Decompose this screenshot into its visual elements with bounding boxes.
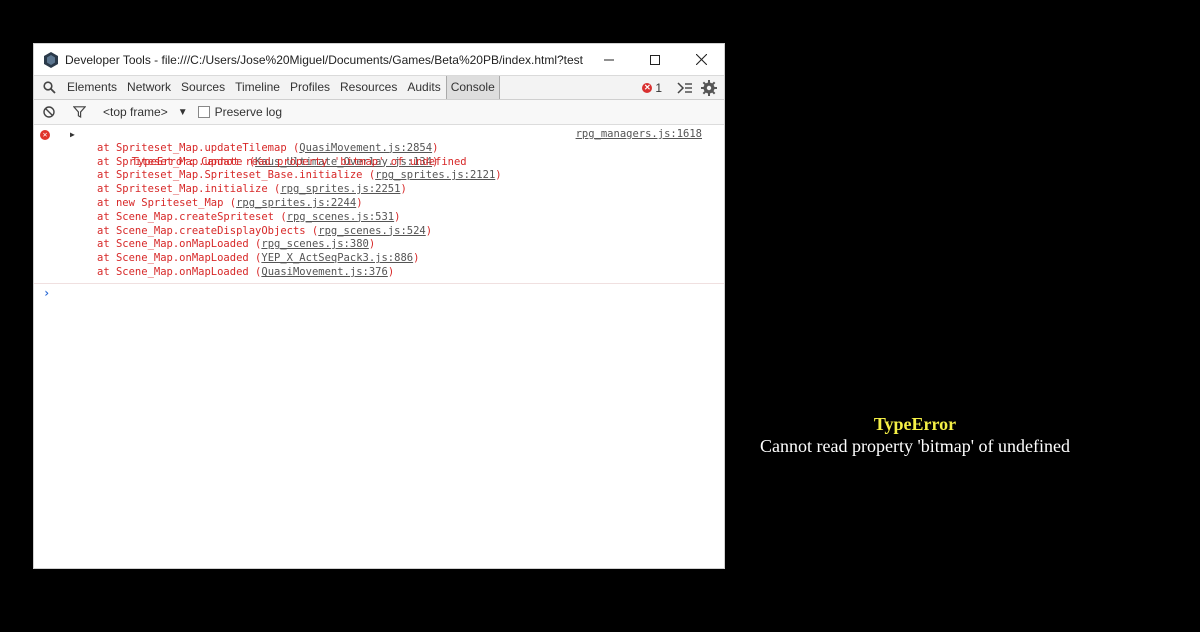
console-error-message: ✕ ▶ TypeError: Cannot read property 'bit… xyxy=(34,125,724,284)
stack-frame-end: ) xyxy=(432,141,439,154)
stack-frame-text: at Scene_Map.onMapLoaded ( xyxy=(97,265,262,278)
stack-frame-link[interactable]: rpg_scenes.js:531 xyxy=(287,211,394,223)
error-source-link[interactable]: rpg_managers.js:1618 xyxy=(576,128,702,142)
stack-frame-end: ) xyxy=(394,210,401,223)
gear-icon xyxy=(701,79,717,96)
stack-frame-text: at Scene_Map.createDisplayObjects ( xyxy=(97,224,319,237)
stack-frame-end: ) xyxy=(356,196,363,209)
devtools-icon xyxy=(43,51,59,68)
error-message-text[interactable]: TypeError: Cannot read property 'bitmap'… xyxy=(132,156,467,168)
stack-frame-text: at Spriteset_Map.updateTilemap ( xyxy=(97,141,300,154)
expand-triangle-icon[interactable]: ▶ xyxy=(70,128,75,142)
filter-button[interactable] xyxy=(71,104,87,120)
stack-frame-text: at Spriteset_Map.initialize ( xyxy=(97,183,281,196)
maximize-button[interactable] xyxy=(632,44,678,75)
stack-frame-link[interactable]: rpg_sprites.js:2244 xyxy=(236,197,356,209)
stack-frame-text: at new Spriteset_Map ( xyxy=(97,196,237,209)
tab-timeline[interactable]: Timeline xyxy=(230,76,285,99)
devtools-window: Developer Tools - file:///C:/Users/Jose%… xyxy=(33,43,725,569)
stack-frame: at Spriteset_Map.initialize (rpg_sprites… xyxy=(34,183,724,197)
stack-frame: at Scene_Map.onMapLoaded (rpg_scenes.js:… xyxy=(34,238,724,252)
minimize-icon xyxy=(604,59,614,60)
stack-frame-end: ) xyxy=(368,238,376,251)
maximize-icon xyxy=(650,54,660,65)
clear-console-icon xyxy=(43,106,55,118)
frame-selector[interactable]: <top frame> xyxy=(103,105,168,119)
stack-frame-end: ) xyxy=(387,265,395,278)
settings-button[interactable] xyxy=(700,79,718,97)
console-prompt[interactable]: › xyxy=(34,284,724,302)
tab-network[interactable]: Network xyxy=(122,76,176,99)
error-counter[interactable]: ✕ 1 xyxy=(642,81,662,95)
stack-frame-link[interactable]: rpg_sprites.js:2121 xyxy=(375,169,495,181)
clear-console-button[interactable] xyxy=(41,104,57,120)
stack-frame-end: ) xyxy=(413,252,420,265)
stack-frame: at Scene_Map.createDisplayObjects (rpg_s… xyxy=(34,225,724,239)
console-output: ✕ ▶ TypeError: Cannot read property 'bit… xyxy=(34,125,724,302)
stack-frame-end: ) xyxy=(400,183,407,196)
stack-frame-end: ) xyxy=(425,224,433,237)
preserve-log-label: Preserve log xyxy=(214,105,282,119)
stack-frame-link[interactable]: QuasiMovement.js:2854 xyxy=(299,142,432,154)
console-filter-bar: <top frame> ▼ Preserve log xyxy=(34,100,724,125)
stack-frame-link[interactable]: rpg_scenes.js:380 xyxy=(261,238,368,250)
overlay-error-title: TypeError xyxy=(873,414,957,434)
error-count: 1 xyxy=(655,80,662,95)
stack-frame-text: at Scene_Map.onMapLoaded ( xyxy=(97,238,262,251)
stack-frame: at Scene_Map.createSpriteset (rpg_scenes… xyxy=(34,211,724,225)
overlay-error-message: Cannot read property 'bitmap' of undefin… xyxy=(760,436,1070,456)
stack-frame: at new Spriteset_Map (rpg_sprites.js:224… xyxy=(34,197,724,211)
prompt-chevron-icon: › xyxy=(43,285,51,300)
window-title: Developer Tools - file:///C:/Users/Jose%… xyxy=(65,52,584,67)
preserve-log-checkbox[interactable] xyxy=(197,106,210,118)
filter-icon xyxy=(72,106,86,118)
stack-frame-text: at Scene_Map.onMapLoaded ( xyxy=(97,252,262,265)
title-bar: Developer Tools - file:///C:/Users/Jose%… xyxy=(34,44,724,75)
close-button[interactable] xyxy=(678,44,724,75)
stack-frame-text: at Spriteset_Map.Spriteset_Base.initiali… xyxy=(97,169,376,182)
stack-frame-end: ) xyxy=(495,169,502,182)
panel-tab-bar: Elements Network Sources Timeline Profil… xyxy=(34,75,724,100)
stack-frame-link[interactable]: YEP_X_ActSeqPack3.js:886 xyxy=(261,252,413,264)
dropdown-arrow-icon[interactable]: ▼ xyxy=(178,107,188,118)
tab-elements[interactable]: Elements xyxy=(62,76,122,99)
stack-frame: at Spriteset_Map.Spriteset_Base.initiali… xyxy=(34,169,724,183)
drawer-icon xyxy=(677,81,692,94)
tab-profiles[interactable]: Profiles xyxy=(285,76,335,99)
stack-frame-link[interactable]: rpg_scenes.js:524 xyxy=(318,225,425,237)
tab-console[interactable]: Console xyxy=(445,76,500,99)
tab-sources[interactable]: Sources xyxy=(176,76,230,99)
search-icon[interactable] xyxy=(41,80,57,96)
stack-frame: at Scene_Map.onMapLoaded (QuasiMovement.… xyxy=(34,266,724,280)
stack-frame-text: at Scene_Map.createSpriteset ( xyxy=(97,210,287,223)
tab-resources[interactable]: Resources xyxy=(335,76,402,99)
stack-frame-link[interactable]: rpg_sprites.js:2251 xyxy=(280,183,400,195)
stack-frame: at Spriteset_Map.updateTilemap (QuasiMov… xyxy=(34,142,724,156)
game-error-overlay: TypeError Cannot read property 'bitmap' … xyxy=(745,413,1085,457)
drawer-toggle-button[interactable] xyxy=(676,79,694,97)
error-icon: ✕ xyxy=(642,82,653,93)
minimize-button[interactable] xyxy=(586,44,632,75)
tab-audits[interactable]: Audits xyxy=(402,76,445,99)
close-icon xyxy=(695,54,707,65)
stack-frame-link[interactable]: QuasiMovement.js:376 xyxy=(261,266,387,278)
stack-frame: at Scene_Map.onMapLoaded (YEP_X_ActSeqPa… xyxy=(34,252,724,266)
